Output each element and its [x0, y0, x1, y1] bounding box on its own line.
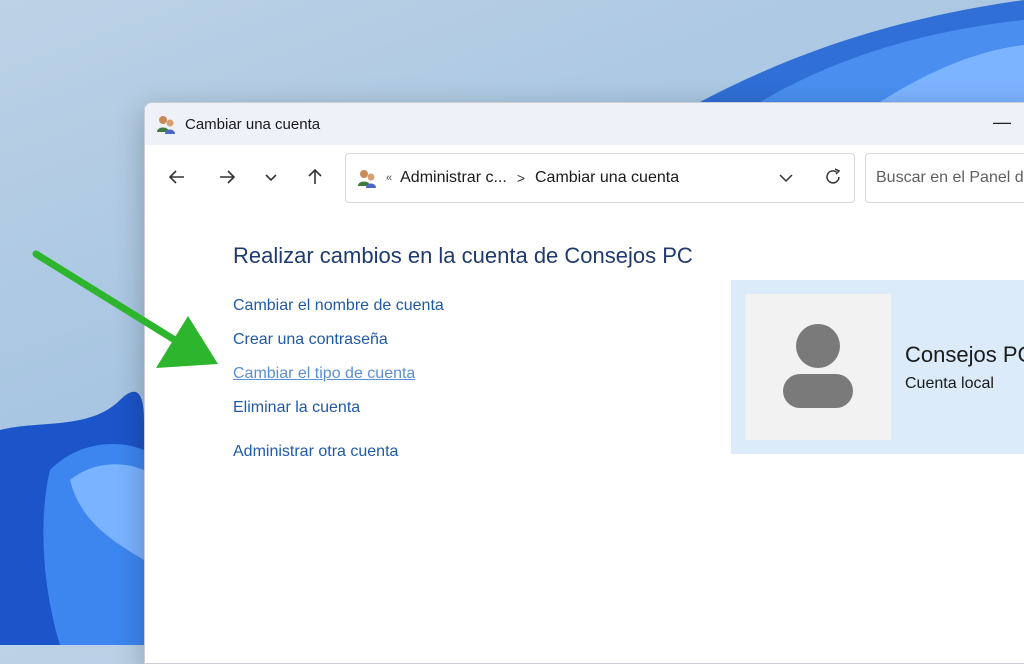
account-type: Cuenta local: [905, 375, 994, 392]
arrow-left-icon: [168, 170, 184, 184]
arrow-right-icon: [220, 170, 236, 184]
up-button[interactable]: [301, 163, 329, 191]
annotation-arrow-icon: [32, 250, 218, 368]
breadcrumb-overflow[interactable]: «: [386, 172, 392, 184]
manage-another-account-link[interactable]: Administrar otra cuenta: [233, 443, 398, 461]
avatar: [745, 294, 891, 440]
create-password-link[interactable]: Crear una contraseña: [233, 331, 388, 349]
arrow-up-icon: [308, 168, 322, 184]
user-icon: [783, 324, 853, 408]
window-title: Cambiar una cuenta: [185, 115, 321, 133]
address-bar[interactable]: « Administrar c... > Cambiar una cuenta: [345, 153, 855, 203]
back-button[interactable]: [163, 163, 191, 191]
change-account-type-link[interactable]: Cambiar el tipo de cuenta: [233, 365, 415, 383]
user-accounts-icon: [358, 170, 376, 188]
breadcrumb-item-administrar[interactable]: Administrar c...: [400, 169, 507, 187]
control-panel-window: Cambiar una cuenta — « Administrar c... …: [144, 102, 1024, 664]
account-name: Consejos PC: [905, 342, 1024, 367]
account-card: Consejos PC Cuenta local: [731, 280, 1024, 454]
breadcrumb-separator: >: [516, 170, 525, 186]
user-accounts-icon: [157, 116, 175, 134]
title-bar: Cambiar una cuenta —: [145, 103, 1024, 145]
breadcrumb-item-current[interactable]: Cambiar una cuenta: [535, 169, 679, 187]
delete-account-link[interactable]: Eliminar la cuenta: [233, 399, 360, 417]
recent-locations-button[interactable]: [257, 163, 285, 191]
page-title: Realizar cambios en la cuenta de Consejo…: [233, 243, 693, 268]
navigation-toolbar: « Administrar c... > Cambiar una cuenta: [145, 145, 1024, 207]
refresh-icon[interactable]: [822, 166, 844, 188]
chevron-down-icon[interactable]: [776, 168, 796, 188]
chevron-down-icon: [265, 174, 277, 182]
rename-account-link[interactable]: Cambiar el nombre de cuenta: [233, 297, 444, 315]
search-input[interactable]: [865, 153, 1024, 203]
main-content: Realizar cambios en la cuenta de Consejo…: [145, 207, 1024, 663]
minimize-button[interactable]: —: [990, 111, 1014, 135]
forward-button[interactable]: [213, 163, 241, 191]
